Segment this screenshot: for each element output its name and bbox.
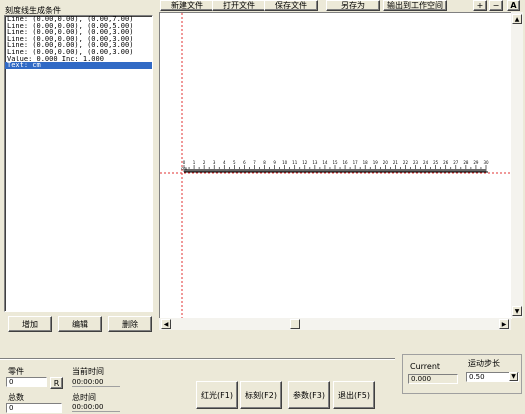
save-file-button[interactable]: 保存文件 xyxy=(264,0,318,11)
total-label: 总数 xyxy=(8,393,24,402)
list-item[interactable]: Line: (0.00,0.00), (0.00,5.00) xyxy=(5,23,152,30)
chevron-down-icon[interactable]: ▼ xyxy=(509,372,518,381)
ruler-tick-label: 17 xyxy=(353,160,359,165)
save-as-button[interactable]: 另存为 xyxy=(326,0,380,11)
add-button[interactable]: 增加 xyxy=(8,316,52,332)
ruler-tick-label: 12 xyxy=(302,160,308,165)
red-light-button[interactable]: 红光(F1) xyxy=(196,381,238,409)
open-file-button[interactable]: 打开文件 xyxy=(212,0,266,11)
list-item[interactable]: Line: (0.00,0.00), (0.00,3.00) xyxy=(5,49,152,56)
ruler-tick-label: 3 xyxy=(213,160,216,165)
ruler-tick-label: 30 xyxy=(483,160,489,165)
ruler-tick-label: 14 xyxy=(322,160,328,165)
export-workspace-button[interactable]: 输出到工作空间 xyxy=(383,0,447,11)
ruler-tick-label: 6 xyxy=(243,160,246,165)
current-time-label: 当前时间 xyxy=(72,367,104,376)
ruler-tick-label: 11 xyxy=(292,160,298,165)
ruler-tick-label: 13 xyxy=(312,160,318,165)
ruler-tick-label: 16 xyxy=(343,160,349,165)
ruler-tick-label: 7 xyxy=(253,160,256,165)
list-item[interactable]: Line: (0.00,0.00), (0.00,7.00) xyxy=(5,16,152,23)
list-item[interactable]: Line: (0.00,0.00), (0.00,3.00) xyxy=(5,36,152,43)
ruler-tick-label: 27 xyxy=(453,160,459,165)
ruler-tick-label: 9 xyxy=(273,160,276,165)
ruler-tick-label: 8 xyxy=(263,160,266,165)
ruler-tick-label: 22 xyxy=(403,160,409,165)
reset-button[interactable]: R xyxy=(50,377,63,389)
list-item[interactable]: Value: 0.000 Inc: 1.000 xyxy=(5,56,152,63)
zoom-out-button[interactable]: − xyxy=(489,0,503,11)
ruler-unit-label: cm xyxy=(181,166,187,171)
ruler-tick-label: 29 xyxy=(473,160,479,165)
ruler-tick-label: 1 xyxy=(193,160,196,165)
total-time-value: 00:00:00 xyxy=(72,403,120,412)
current-label: Current xyxy=(410,362,441,371)
scroll-thumb[interactable] xyxy=(290,319,300,329)
ruler-tick-label: 2 xyxy=(203,160,206,165)
list-item[interactable]: Line: (0.00,0.00), (0.00,3.00) xyxy=(5,29,152,36)
ruler-tick-label: 15 xyxy=(332,160,338,165)
conditions-list[interactable]: Line: (0.00,0.00), (0.00,7.00) Line: (0.0… xyxy=(4,15,153,312)
ruler-tick-label: 4 xyxy=(223,160,226,165)
scroll-left-arrow[interactable]: ◀ xyxy=(161,319,171,329)
ruler-tick-label: 19 xyxy=(373,160,379,165)
step-label: 运动步长 xyxy=(468,359,500,368)
zoom-in-button[interactable]: + xyxy=(473,0,487,11)
ruler-preview: 0 1 2 3 4 5 6 7 8 9 10 11 12 13 14 15 16 17 18 19 20 21 22 23 24… xyxy=(160,13,512,319)
current-value-field: 0.000 xyxy=(408,374,458,384)
total-time-label: 总时间 xyxy=(72,393,96,402)
new-file-button[interactable]: 新建文件 xyxy=(160,0,214,11)
ruler-tick-label: 26 xyxy=(443,160,449,165)
parts-label: 零件 xyxy=(8,367,24,376)
current-time-value: 00:00:00 xyxy=(72,378,120,387)
params-button[interactable]: 参数(F3) xyxy=(288,381,330,409)
mark-button[interactable]: 标刻(F2) xyxy=(240,381,282,409)
ruler-tick-label: 5 xyxy=(233,160,236,165)
ruler-tick-label: 0 xyxy=(183,160,186,165)
edit-button[interactable]: 编辑 xyxy=(58,316,102,332)
horizontal-scrollbar[interactable]: ◀ ▶ xyxy=(159,318,511,330)
ruler-tick-label: 10 xyxy=(282,160,288,165)
scroll-down-arrow[interactable]: ▼ xyxy=(512,306,522,316)
scroll-up-arrow[interactable]: ▲ xyxy=(512,14,522,24)
vertical-scrollbar[interactable]: ▲ ▼ xyxy=(511,12,523,318)
ruler-tick-label: 21 xyxy=(393,160,399,165)
ruler-tick-label: 24 xyxy=(423,160,429,165)
step-select[interactable]: 0.50 ▼ xyxy=(466,372,519,382)
ruler-tick-label: 20 xyxy=(383,160,389,165)
ruler-tick-label: 23 xyxy=(413,160,419,165)
scroll-right-arrow[interactable]: ▶ xyxy=(499,319,509,329)
ruler-tick-label: 28 xyxy=(463,160,469,165)
list-item[interactable]: Text: cm xyxy=(5,62,152,69)
exit-button[interactable]: 退出(F5) xyxy=(333,381,375,409)
delete-button[interactable]: 删除 xyxy=(108,316,152,332)
step-select-value: 0.50 xyxy=(469,373,485,381)
bottom-divider xyxy=(0,358,395,360)
total-field[interactable]: 0 xyxy=(6,403,62,413)
parts-field[interactable]: 0 xyxy=(6,377,47,387)
ruler-tick-label: 25 xyxy=(433,160,439,165)
ruler-tick-label: 18 xyxy=(363,160,369,165)
workspace-canvas[interactable]: 0 1 2 3 4 5 6 7 8 9 10 11 12 13 14 15 16 17 18 19 20 21 22 23 24… xyxy=(159,12,512,319)
list-item[interactable]: Line: (0.00,0.00), (0.00,3.00) xyxy=(5,42,152,49)
fit-view-button[interactable]: A xyxy=(507,0,520,11)
